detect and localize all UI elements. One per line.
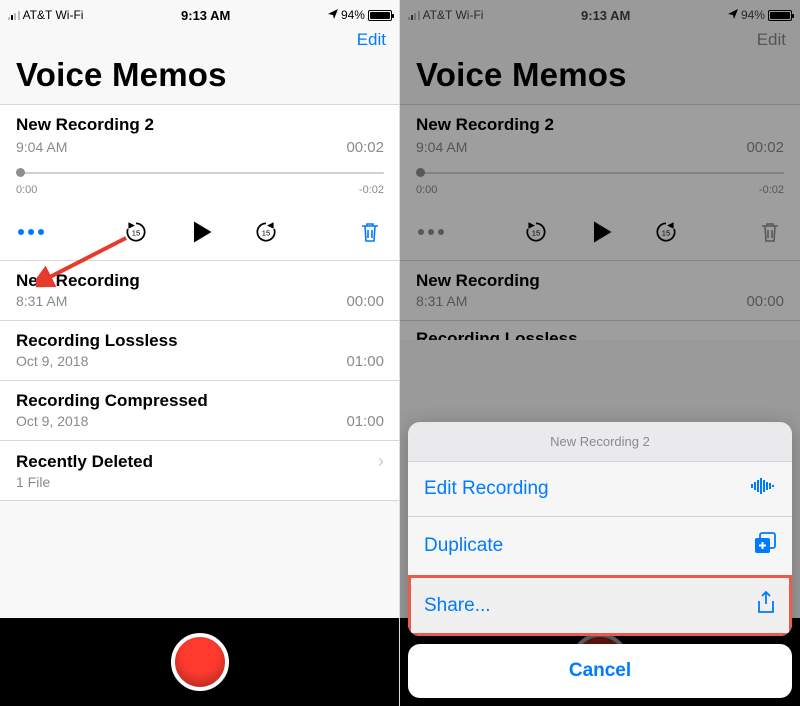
status-time: 9:13 AM bbox=[581, 8, 630, 23]
sheet-cancel[interactable]: Cancel bbox=[408, 644, 792, 698]
battery-pct: 94% bbox=[341, 8, 365, 22]
screenshot-right: AT&T Wi-Fi 9:13 AM 94% Edit Voice Memos … bbox=[400, 0, 800, 706]
current-name: New Recording 2 bbox=[416, 115, 554, 135]
elapsed-label: 0:00 bbox=[16, 184, 37, 196]
playback-scrubber[interactable] bbox=[16, 166, 384, 180]
current-time: 9:04 AM bbox=[16, 139, 67, 155]
edit-button[interactable]: Edit bbox=[757, 30, 786, 50]
sheet-title: New Recording 2 bbox=[408, 422, 792, 461]
list-item[interactable]: New Recording 8:31 AM00:00 bbox=[0, 260, 400, 320]
current-duration: 00:02 bbox=[346, 139, 384, 156]
list-item[interactable]: New Recording 8:31 AM00:00 bbox=[400, 260, 800, 320]
battery-icon bbox=[368, 10, 392, 21]
playback-scrubber[interactable] bbox=[416, 166, 784, 180]
page-title: Voice Memos bbox=[400, 54, 800, 104]
location-icon bbox=[728, 8, 738, 22]
carrier-label: AT&T Wi-Fi bbox=[423, 8, 484, 22]
rewind-15-button[interactable]: 15 bbox=[123, 219, 149, 245]
screenshot-left: AT&T Wi-Fi 9:13 AM 94% Edit Voice Memos … bbox=[0, 0, 400, 706]
status-time: 9:13 AM bbox=[181, 8, 230, 23]
trash-button[interactable] bbox=[758, 219, 782, 245]
trash-button[interactable] bbox=[358, 219, 382, 245]
chevron-right-icon: › bbox=[378, 451, 384, 472]
current-recording: New Recording 2 9:04 AM 00:02 0:00 -0:02… bbox=[0, 104, 400, 260]
location-icon bbox=[328, 8, 338, 22]
sheet-edit-recording[interactable]: Edit Recording bbox=[408, 461, 792, 516]
more-options-button[interactable] bbox=[418, 229, 444, 235]
svg-text:15: 15 bbox=[262, 228, 270, 237]
page-title: Voice Memos bbox=[0, 54, 400, 104]
action-sheet: New Recording 2 Edit Recording Duplicate… bbox=[408, 422, 792, 698]
list-item[interactable]: Recording Lossless bbox=[400, 320, 800, 340]
waveform-icon bbox=[750, 477, 776, 501]
play-button[interactable] bbox=[187, 218, 215, 246]
battery-pct: 94% bbox=[741, 8, 765, 22]
signal-bars-icon bbox=[8, 10, 20, 20]
share-icon bbox=[756, 591, 776, 621]
sheet-duplicate[interactable]: Duplicate bbox=[408, 516, 792, 575]
battery-icon bbox=[768, 10, 792, 21]
list-item[interactable]: Recording Lossless Oct 9, 201801:00 bbox=[0, 320, 400, 380]
more-options-button[interactable] bbox=[18, 229, 44, 235]
remaining-label: -0:02 bbox=[359, 184, 384, 196]
carrier-label: AT&T Wi-Fi bbox=[23, 8, 84, 22]
play-button[interactable] bbox=[587, 218, 615, 246]
status-bar: AT&T Wi-Fi 9:13 AM 94% bbox=[0, 0, 400, 24]
forward-15-button[interactable]: 15 bbox=[653, 219, 679, 245]
duplicate-icon bbox=[754, 532, 776, 560]
current-name: New Recording 2 bbox=[16, 115, 154, 135]
signal-bars-icon bbox=[408, 10, 420, 20]
svg-text:15: 15 bbox=[532, 228, 540, 237]
recently-deleted-row[interactable]: Recently Deleted› 1 File bbox=[0, 440, 400, 501]
current-recording: New Recording 2 9:04 AM 00:02 0:00 -0:02… bbox=[400, 104, 800, 260]
status-bar: AT&T Wi-Fi 9:13 AM 94% bbox=[400, 0, 800, 24]
list-item[interactable]: Recording Compressed Oct 9, 201801:00 bbox=[0, 380, 400, 440]
rewind-15-button[interactable]: 15 bbox=[523, 219, 549, 245]
edit-button[interactable]: Edit bbox=[357, 30, 386, 50]
svg-text:15: 15 bbox=[132, 228, 140, 237]
record-button[interactable] bbox=[171, 633, 229, 691]
record-bar bbox=[0, 618, 400, 706]
sheet-share[interactable]: Share... bbox=[408, 575, 792, 636]
svg-text:15: 15 bbox=[662, 228, 670, 237]
forward-15-button[interactable]: 15 bbox=[253, 219, 279, 245]
